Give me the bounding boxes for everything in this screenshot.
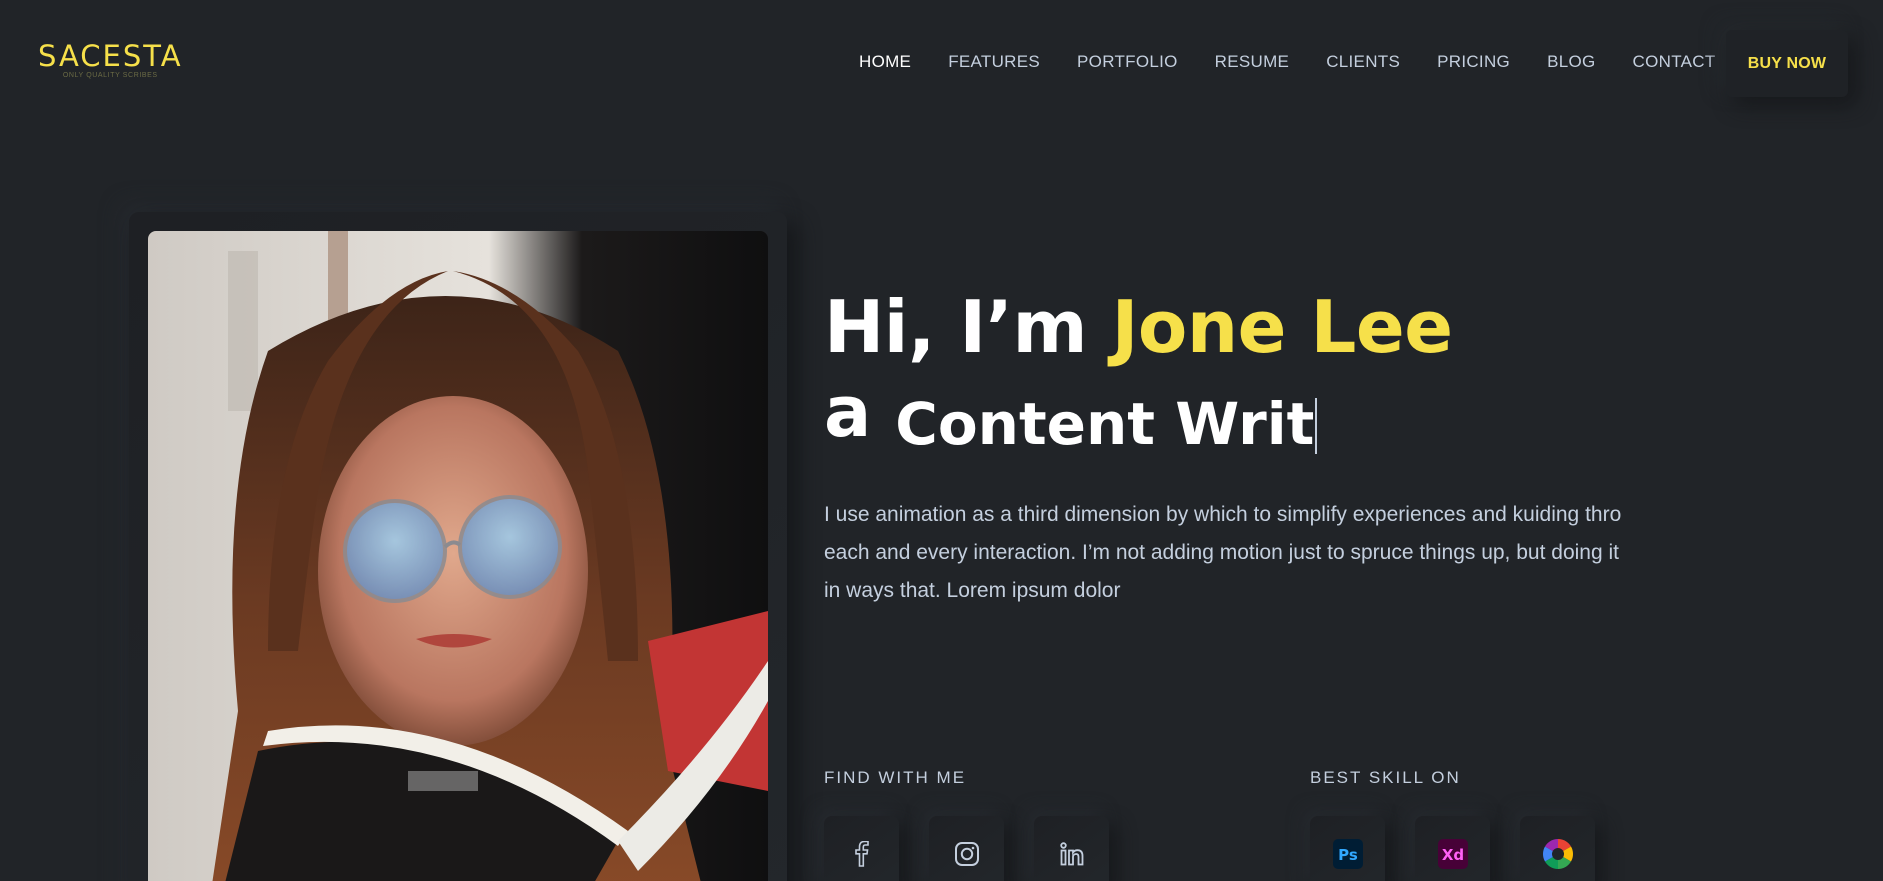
adobe-xd-label: Xd xyxy=(1441,846,1463,864)
logo[interactable]: SACESTA ONLY QUALITY SCRIBES xyxy=(38,39,183,80)
facebook-icon xyxy=(854,840,869,867)
best-skill-title: BEST SKILL ON xyxy=(1310,768,1461,787)
buy-now-button[interactable]: BUY NOW xyxy=(1726,30,1848,97)
hero-name: Jone Lee xyxy=(1111,285,1453,369)
portrait-illustration xyxy=(148,231,768,881)
picasa-icon xyxy=(1542,838,1573,869)
linkedin-icon xyxy=(1059,841,1083,865)
nav-resume[interactable]: RESUME xyxy=(1215,52,1290,72)
nav-pricing[interactable]: PRICING xyxy=(1437,52,1510,72)
instagram-link[interactable] xyxy=(929,816,1004,881)
nav-blog[interactable]: BLOG xyxy=(1547,52,1595,72)
nav-contact[interactable]: CONTACT xyxy=(1633,52,1716,72)
hero-article: a xyxy=(824,371,872,454)
facebook-link[interactable] xyxy=(824,816,899,881)
logo-tagline: ONLY QUALITY SCRIBES xyxy=(62,72,158,79)
hero-heading: Hi, I’m Jone Lee a Content Writ xyxy=(824,285,1453,455)
hero-greeting-line: Hi, I’m Jone Lee xyxy=(824,285,1453,369)
linkedin-link[interactable] xyxy=(1034,816,1109,881)
nav-clients[interactable]: CLIENTS xyxy=(1326,52,1400,72)
logo-text: SACESTA xyxy=(38,39,183,73)
hero-description: I use animation as a third dimension by … xyxy=(824,503,1622,602)
header: SACESTA ONLY QUALITY SCRIBES HOME FEATUR… xyxy=(0,0,1883,126)
hero-role-text: Content Writ xyxy=(895,390,1315,459)
main-nav: HOME FEATURES PORTFOLIO RESUME CLIENTS P… xyxy=(859,52,1753,72)
nav-portfolio[interactable]: PORTFOLIO xyxy=(1077,52,1178,72)
hero-role-line: a Content Writ xyxy=(824,371,1453,455)
hero-role: Content Writ xyxy=(895,388,1318,455)
hero-greeting: Hi, I’m xyxy=(824,285,1112,369)
portrait-photo xyxy=(148,231,768,881)
photoshop-icon: Ps xyxy=(1332,838,1363,869)
picasa-skill[interactable] xyxy=(1520,816,1595,881)
find-with-me-title: FIND WITH ME xyxy=(824,768,967,787)
photoshop-label: Ps xyxy=(1338,846,1358,864)
adobe-xd-skill[interactable]: Xd xyxy=(1415,816,1490,881)
instagram-icon xyxy=(954,841,979,866)
photoshop-skill[interactable]: Ps xyxy=(1310,816,1385,881)
adobe-xd-icon: Xd xyxy=(1437,838,1468,869)
typing-cursor xyxy=(1315,398,1318,455)
nav-home[interactable]: HOME xyxy=(859,52,911,72)
nav-features[interactable]: FEATURES xyxy=(948,52,1040,72)
